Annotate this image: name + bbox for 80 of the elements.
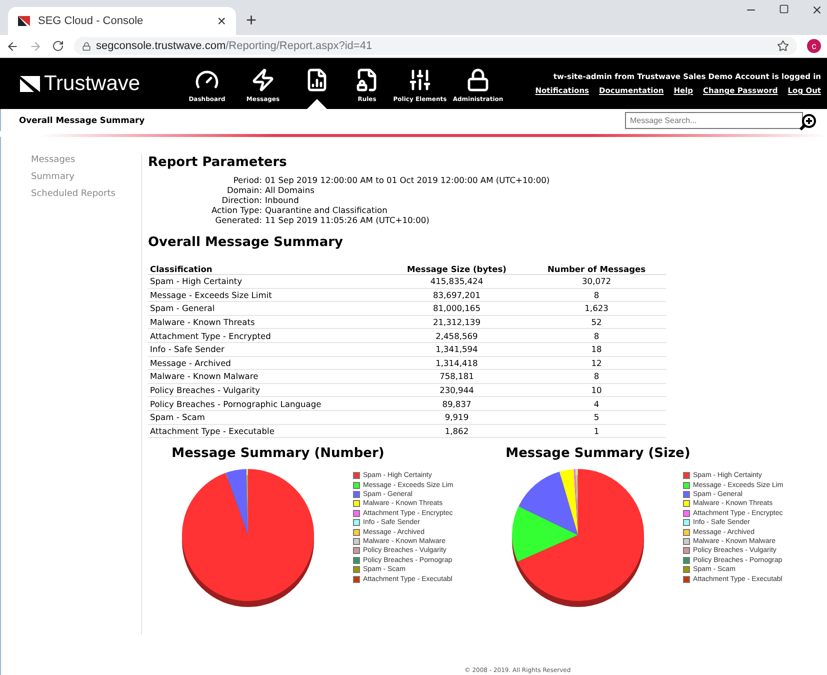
column-header: Message Size (bytes) xyxy=(386,263,528,274)
search-icon[interactable] xyxy=(799,113,817,131)
table-cell: 8 xyxy=(527,328,666,342)
parameter-value: 11 Sep 2019 11:05:26 AM (UTC+10:00) xyxy=(265,215,430,225)
column-header: Classification xyxy=(148,263,386,274)
table-cell: 5 xyxy=(527,410,666,424)
lock-icon xyxy=(466,68,490,92)
table-cell: Spam - High Certainty xyxy=(148,274,386,288)
table-cell: Attachment Type - Encrypted xyxy=(148,328,386,342)
lock-icon xyxy=(82,42,91,50)
table-cell: 1,314,418 xyxy=(386,356,528,370)
selected-pointer xyxy=(306,99,328,110)
table-cell: Malware - Known Threats xyxy=(148,315,386,329)
sidebar-item[interactable]: Summary xyxy=(31,172,141,182)
star-icon[interactable] xyxy=(777,40,789,52)
table-cell: 30,072 xyxy=(527,274,666,288)
column-header: Number of Messages xyxy=(527,263,666,274)
close-icon[interactable] xyxy=(811,4,823,16)
table-cell: 4 xyxy=(527,396,666,410)
parameter-label: Generated: xyxy=(214,215,262,225)
sidebar-item[interactable]: Messages xyxy=(31,155,141,165)
table-cell: 21,312,139 xyxy=(386,315,528,329)
parameter-label: Period: xyxy=(232,175,262,185)
sliders-icon xyxy=(408,68,432,92)
search-field[interactable]: Message Search... xyxy=(625,112,803,128)
logo-icon xyxy=(20,76,40,92)
section-heading: Overall Message Summary xyxy=(148,235,344,250)
tab-title: SEG Cloud - Console xyxy=(38,15,144,27)
parameter-value: Inbound xyxy=(265,195,300,205)
browser-tab[interactable]: SEG Cloud - Console × xyxy=(8,7,236,35)
table-cell: Message - Archived xyxy=(148,356,386,370)
table-cell: 1,623 xyxy=(527,302,666,316)
table-cell: Spam - Scam xyxy=(148,410,386,424)
parameter-value: Quarantine and Classification xyxy=(265,205,388,215)
table-cell: 9,919 xyxy=(386,410,528,424)
table-cell: 52 xyxy=(527,315,666,329)
document-lock-icon xyxy=(355,68,379,92)
table-cell: Spam - General xyxy=(148,302,386,316)
table-cell: 8 xyxy=(527,288,666,302)
sidebar-item[interactable]: Scheduled Reports xyxy=(31,189,141,199)
table-cell: 1 xyxy=(527,424,666,438)
reload-icon[interactable] xyxy=(52,40,64,52)
table-cell: 415,835,424 xyxy=(386,274,528,288)
parameter-value: 01 Sep 2019 12:00:00 AM to 01 Oct 2019 12:00:00 AM (UTC+10:00) xyxy=(265,175,551,185)
report-chart-icon xyxy=(305,68,329,92)
logo-icon xyxy=(18,15,30,27)
lightning-icon xyxy=(251,68,275,92)
close-icon[interactable]: × xyxy=(217,12,226,30)
table-cell: 18 xyxy=(527,342,666,356)
table-cell: 2,458,569 xyxy=(386,328,528,342)
back-icon[interactable] xyxy=(6,40,19,52)
parameter-label: Domain: xyxy=(226,185,262,195)
table-cell: 230,944 xyxy=(386,383,528,397)
parameter-value: All Domains xyxy=(265,185,316,195)
table-cell: 758,181 xyxy=(386,370,528,384)
logo-text: Trustwave xyxy=(44,72,140,96)
address-bar[interactable]: segconsole.trustwave.com/Reporting/Report.aspx?id=41 xyxy=(74,37,797,55)
page-title: Overall Message Summary xyxy=(19,115,146,125)
table-cell: 81,000,165 xyxy=(386,302,528,316)
table-cell: Message - Exceeds Size Limit xyxy=(148,288,386,302)
maximize-icon[interactable] xyxy=(779,4,789,14)
profile-avatar[interactable]: c xyxy=(807,39,821,53)
table-cell: 83,697,201 xyxy=(386,288,528,302)
section-heading: Report Parameters xyxy=(148,155,288,170)
table-cell: 10 xyxy=(527,383,666,397)
table-cell: 1,862 xyxy=(386,424,528,438)
table-cell: Malware - Known Malware xyxy=(148,370,386,384)
parameter-label: Direction: xyxy=(220,195,262,205)
table-cell: 12 xyxy=(527,356,666,370)
table-cell: 89,837 xyxy=(386,396,528,410)
chart-title: Message Summary (Number) xyxy=(170,446,386,462)
table-cell: 8 xyxy=(527,370,666,384)
table-cell: Policy Breaches - Pornographic Language xyxy=(148,396,386,410)
table-cell: Attachment Type - Executable xyxy=(148,424,386,438)
parameter-label: Action Type: xyxy=(210,205,262,215)
table-cell: Policy Breaches - Vulgarity xyxy=(148,383,386,397)
chart-title: Message Summary (Size) xyxy=(504,446,692,462)
table-cell: 1,341,594 xyxy=(386,342,528,356)
table-cell: Info - Safe Sender xyxy=(148,342,386,356)
new-tab-button[interactable]: + xyxy=(246,10,257,31)
